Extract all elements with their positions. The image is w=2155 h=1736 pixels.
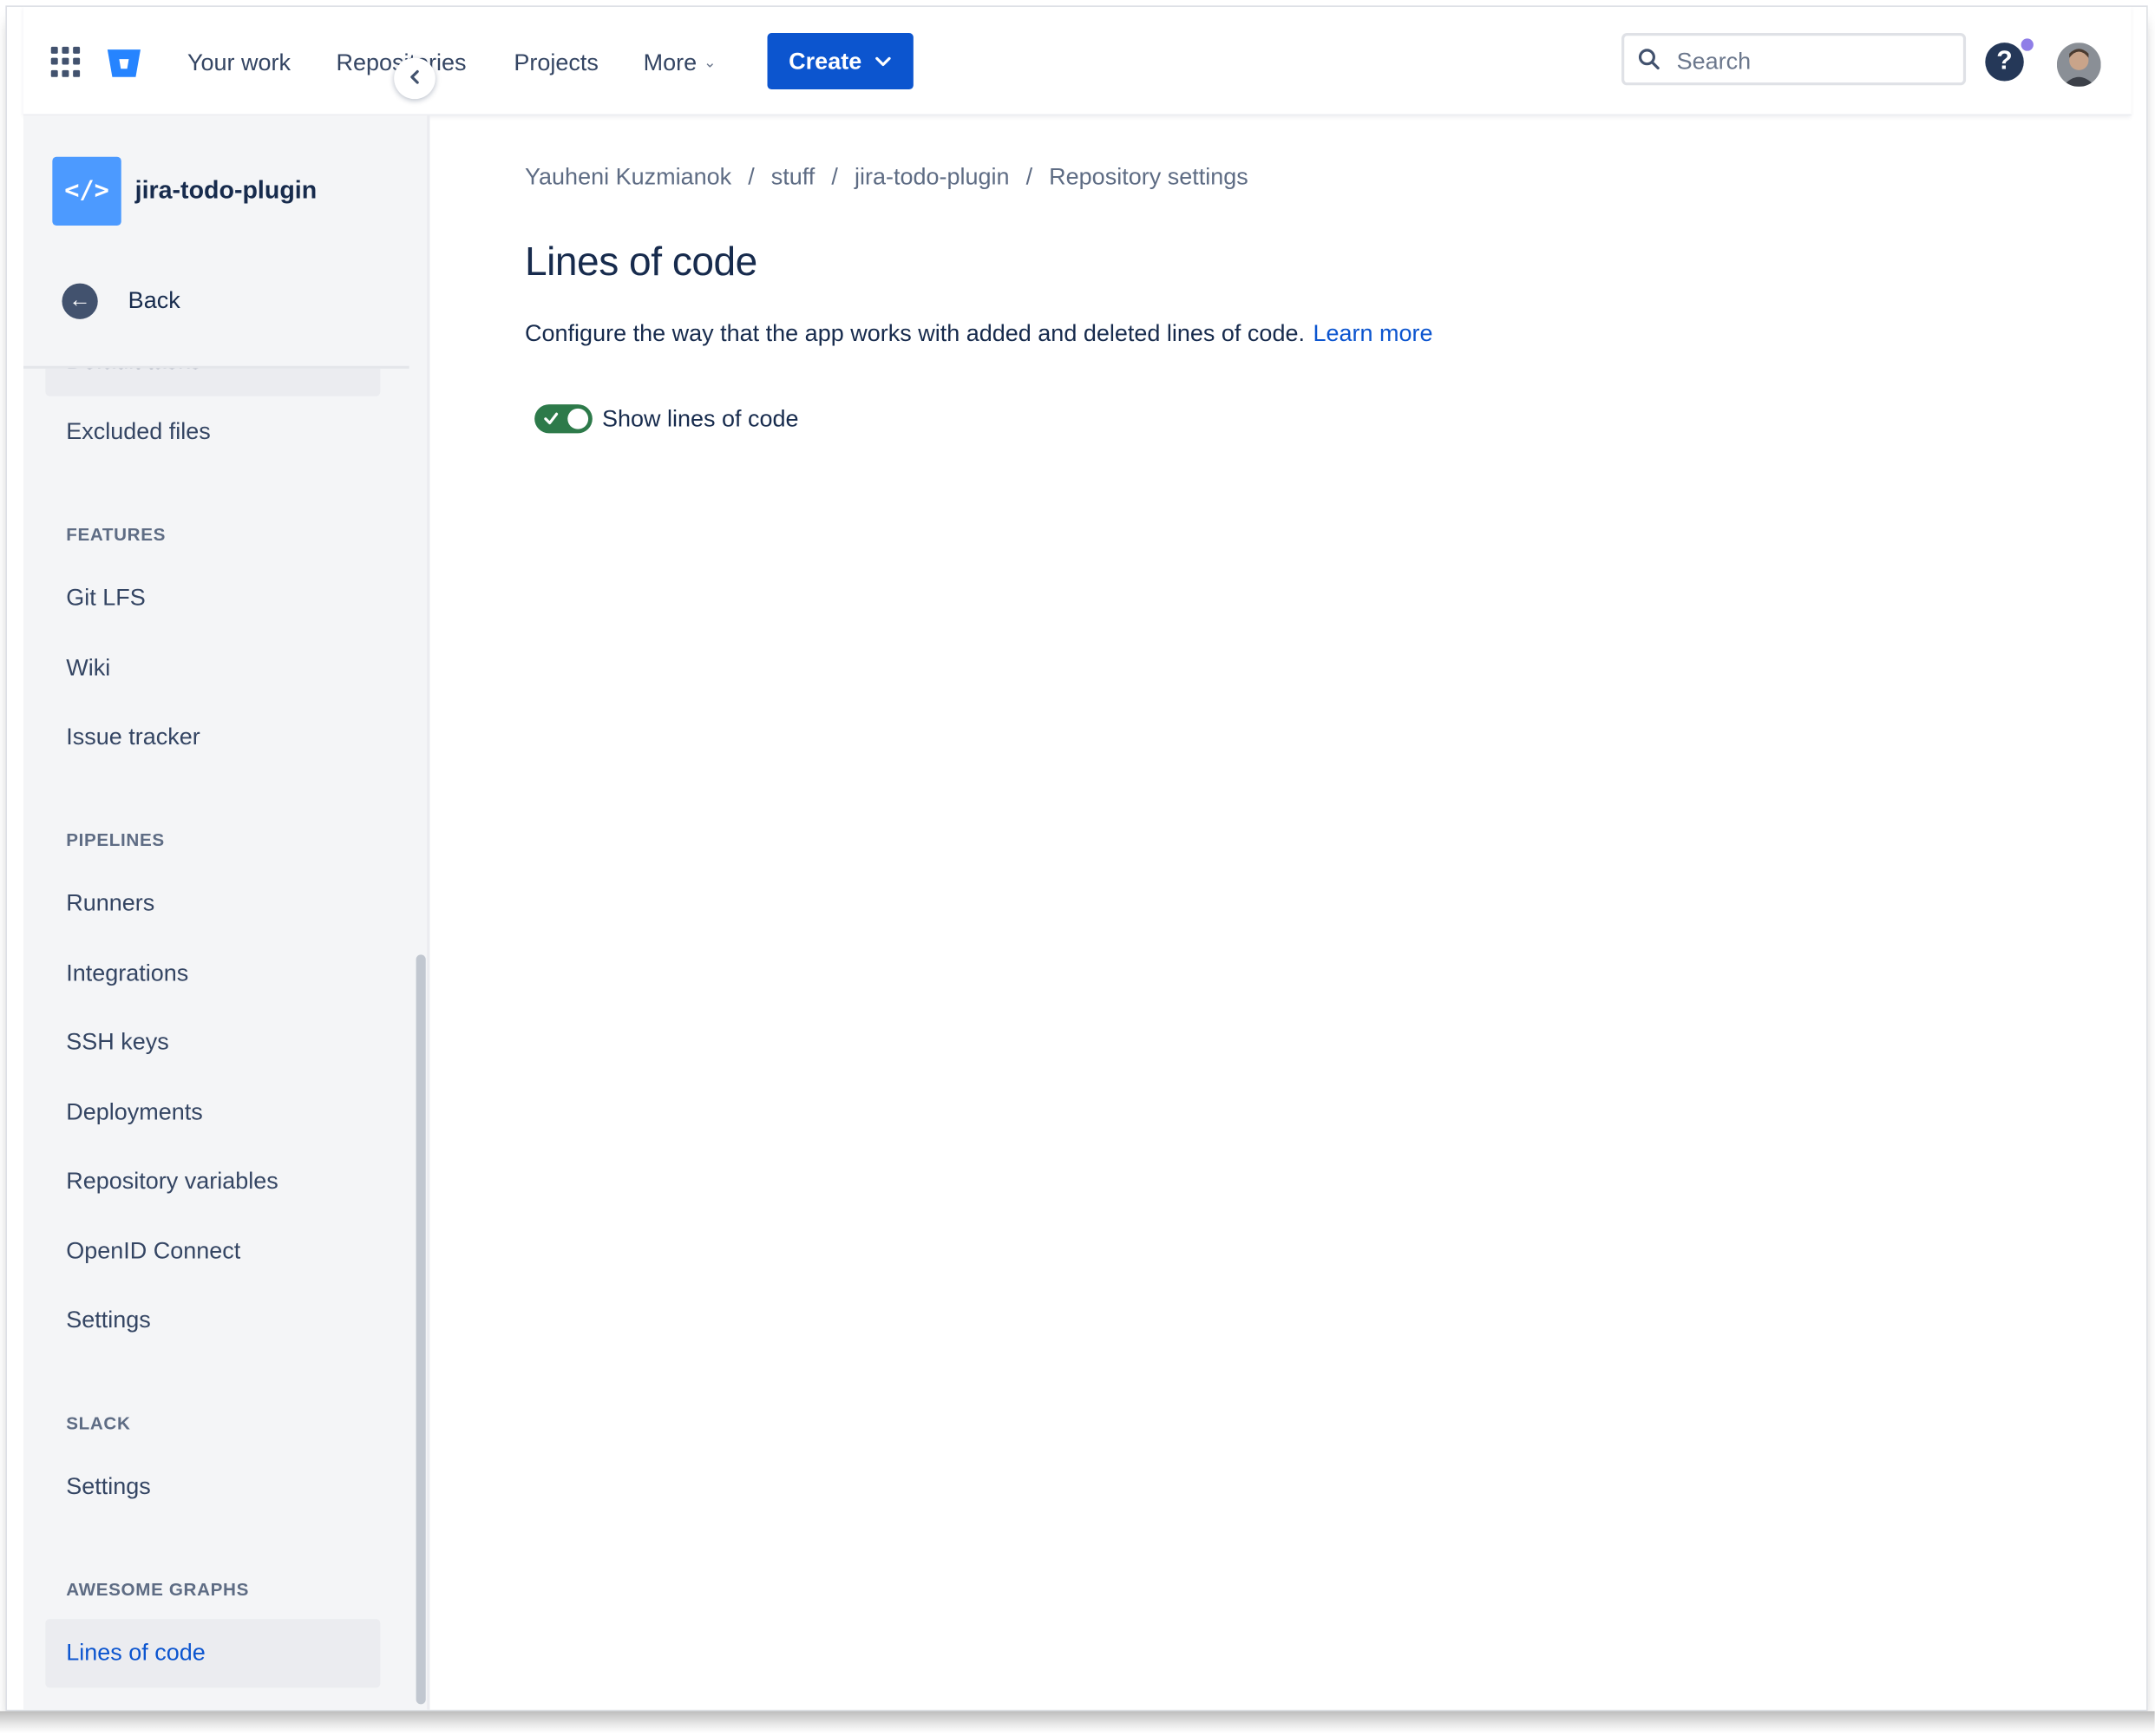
- chevron-left-icon: [410, 69, 419, 84]
- sidebar: </> jira-todo-plugin ← Back Default task…: [23, 115, 430, 1710]
- create-button[interactable]: Create: [767, 33, 914, 90]
- repo-name[interactable]: jira-todo-plugin: [135, 176, 318, 205]
- sidebar-scrollbar-thumb[interactable]: [416, 954, 426, 1705]
- back-arrow-icon: ←: [62, 283, 98, 319]
- sidebar-item-issue-tracker[interactable]: Issue tracker: [45, 703, 380, 771]
- search-input[interactable]: [1674, 43, 1955, 80]
- page-description: Configure the way that the app works wit…: [525, 320, 1433, 348]
- toggle-knob: [567, 408, 589, 429]
- section-heading-pipelines: PIPELINES: [66, 829, 165, 850]
- breadcrumb: Yauheni Kuzmianok / stuff / jira-todo-plugin…: [525, 164, 1248, 192]
- code-icon: </>: [52, 156, 121, 226]
- section-heading-slack: SLACK: [66, 1412, 131, 1434]
- top-navigation: Your work Repositories Projects More⌄ Cr…: [23, 6, 2132, 116]
- sidebar-item-default-tasks[interactable]: Default tasks: [45, 368, 381, 396]
- breadcrumb-separator: /: [831, 163, 838, 190]
- help-icon[interactable]: ?: [1985, 43, 2024, 82]
- breadcrumb-user[interactable]: Yauheni Kuzmianok: [525, 164, 731, 190]
- sidebar-item-git-lfs[interactable]: Git LFS: [45, 564, 380, 632]
- chevron-down-icon: ⌄: [704, 55, 717, 72]
- nav-more[interactable]: More ⌄: [644, 49, 717, 77]
- learn-more-link[interactable]: Learn more: [1313, 320, 1433, 346]
- notification-dot: [2021, 38, 2034, 51]
- sidebar-item-lines-of-code[interactable]: Lines of code: [45, 1619, 381, 1688]
- back-label: Back: [128, 287, 180, 314]
- breadcrumb-separator: /: [1025, 163, 1033, 190]
- toggle-label[interactable]: Show lines of code: [602, 406, 799, 434]
- sidebar-item-wiki[interactable]: Wiki: [45, 634, 380, 703]
- breadcrumb-repository[interactable]: jira-todo-plugin: [855, 164, 1010, 190]
- sidebar-scroll-area: Default tasks Excluded files FEATURES Gi…: [23, 365, 409, 1710]
- show-lines-of-code-toggle[interactable]: [534, 404, 593, 434]
- create-button-label: Create: [789, 47, 862, 74]
- app-switcher-icon[interactable]: [50, 46, 82, 77]
- section-heading-awesome-graphs: AWESOME GRAPHS: [66, 1579, 250, 1600]
- nav-your-work[interactable]: Your work: [187, 49, 291, 77]
- sidebar-item-ssh-keys[interactable]: SSH keys: [45, 1008, 380, 1077]
- collapse-sidebar-button[interactable]: [394, 57, 436, 100]
- check-icon: [544, 412, 559, 425]
- search-box[interactable]: [1621, 33, 1967, 86]
- bitbucket-logo-icon[interactable]: [106, 48, 141, 78]
- sidebar-item-runners[interactable]: Runners: [45, 869, 380, 938]
- window-shadow: [0, 1711, 2155, 1733]
- breadcrumb-separator: /: [748, 163, 755, 190]
- sidebar-item-excluded-files[interactable]: Excluded files: [45, 397, 380, 466]
- page-title: Lines of code: [525, 240, 757, 285]
- description-text: Configure the way that the app works wit…: [525, 320, 1305, 347]
- sidebar-item-pipelines-settings[interactable]: Settings: [45, 1286, 380, 1354]
- back-button[interactable]: ← Back: [62, 280, 180, 322]
- avatar[interactable]: [2056, 43, 2101, 87]
- nav-projects[interactable]: Projects: [514, 49, 599, 77]
- breadcrumb-repository-settings[interactable]: Repository settings: [1049, 164, 1248, 190]
- sidebar-item-deployments[interactable]: Deployments: [45, 1078, 380, 1147]
- sidebar-item-openid-connect[interactable]: OpenID Connect: [45, 1217, 380, 1286]
- breadcrumb-workspace[interactable]: stuff: [771, 164, 815, 190]
- search-icon: [1638, 49, 1660, 70]
- sidebar-item-slack-settings[interactable]: Settings: [45, 1452, 380, 1521]
- app-window: Your work Repositories Projects More⌄ Cr…: [5, 5, 2148, 1712]
- section-heading-features: FEATURES: [66, 524, 167, 545]
- sidebar-item-integrations[interactable]: Integrations: [45, 940, 380, 1008]
- chevron-down-icon: [875, 56, 892, 66]
- nav-more-label: More: [643, 49, 698, 76]
- sidebar-item-repository-variables[interactable]: Repository variables: [45, 1147, 380, 1215]
